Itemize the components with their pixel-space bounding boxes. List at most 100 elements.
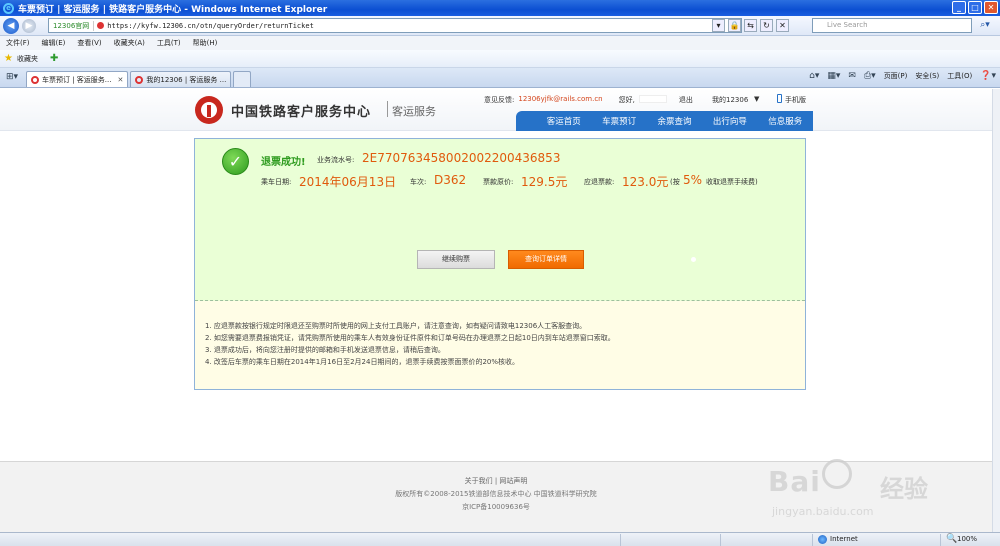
notes-list: 1. 应退票款按银行规定时限退还至购票时所使用的网上支付工具账户，请注意查询，如…: [205, 320, 615, 368]
mobile-version-link[interactable]: 手机版: [785, 95, 806, 105]
fee-percent: 5%: [683, 173, 703, 187]
mail-icon[interactable]: ✉: [848, 71, 856, 81]
url-text[interactable]: https://kyfw.12306.cn/otn/queryOrder/ret…: [107, 22, 314, 30]
search-input[interactable]: Live Search: [812, 18, 972, 33]
continue-booking-button[interactable]: 继续购票: [417, 250, 495, 269]
feedback-email-link[interactable]: 12306yjfk@rails.com.cn: [518, 95, 602, 105]
forward-button[interactable]: ▶: [22, 18, 36, 33]
maximize-button[interactable]: □: [968, 1, 982, 14]
nav-booking[interactable]: 车票预订: [602, 115, 636, 127]
watermark-text: Bai: [768, 465, 821, 498]
menu-view[interactable]: 查看(V): [77, 38, 101, 48]
tab-favicon-icon: [31, 75, 39, 84]
safety-menu[interactable]: 安全(S): [915, 71, 939, 81]
add-favorite-icon[interactable]: ✚: [50, 53, 58, 64]
tab-ticket-booking[interactable]: 车票预订 | 客运服务... ✕: [26, 71, 129, 87]
menu-edit[interactable]: 编辑(E): [42, 38, 66, 48]
back-button[interactable]: ◀: [3, 17, 19, 34]
baidu-paw-icon: [822, 459, 852, 489]
dropdown-icon[interactable]: ▾: [712, 19, 725, 32]
menu-favorites[interactable]: 收藏夹(A): [114, 38, 145, 48]
cursor-dot: [691, 257, 696, 262]
refund-success-title: 退票成功!: [261, 157, 306, 168]
railway-logo-icon[interactable]: [195, 96, 223, 124]
zoom-level[interactable]: 100%: [957, 535, 977, 543]
favorites-button[interactable]: 收藏夹: [17, 54, 38, 64]
help-icon[interactable]: ❓▾: [980, 71, 996, 81]
success-check-icon: ✓: [222, 148, 249, 175]
address-tools: ▾ 🔒 ⇆ ↻ ✕: [712, 19, 789, 32]
mobile-phone-icon[interactable]: [777, 94, 782, 103]
address-toolbar: ◀ ▶ 12306官网 https://kyfw.12306.cn/otn/qu…: [0, 16, 1000, 36]
window-title: 车票预订 | 客运服务 | 铁路客户服务中心 - Windows Interne…: [18, 4, 328, 15]
watermark-cn: 经验: [880, 475, 928, 503]
favorites-bar: ★ 收藏夹 ✚: [0, 50, 1000, 68]
site-subtitle: 客运服务: [392, 105, 436, 118]
refund-success-area: ✓ 退票成功! 业务流水号: 2E77076345800200220043685…: [195, 139, 805, 301]
tab-my12306[interactable]: 我的12306 | 客运服务 ...: [130, 71, 232, 87]
print-icon[interactable]: ⎙▾: [864, 71, 876, 81]
menu-tools[interactable]: 工具(T): [157, 38, 181, 48]
close-window-button[interactable]: ✕: [984, 1, 998, 14]
favorites-star-icon[interactable]: ★: [4, 53, 13, 64]
quick-tabs-icon[interactable]: ⊞▾: [4, 70, 20, 84]
refresh-icon[interactable]: ↻: [760, 19, 773, 32]
nav-remaining[interactable]: 余票查询: [657, 115, 691, 127]
note-item: 2. 如您需要退票费报销凭证，请凭购票所使用的乘车人有效身份证件原件和订单号码在…: [205, 334, 615, 342]
site-logo-text[interactable]: 中国铁路客户服务中心: [231, 101, 371, 120]
refund-result-panel: ✓ 退票成功! 业务流水号: 2E77076345800200220043685…: [194, 138, 806, 390]
logout-link[interactable]: 退出: [679, 95, 693, 105]
note-item: 3. 退票成功后，将向您注册时提供的邮箱和手机发送退票信息，请稍后查询。: [205, 346, 445, 354]
refund-amount: 123.0元: [622, 175, 669, 189]
status-divider: [812, 534, 813, 546]
stop-icon[interactable]: ✕: [776, 19, 789, 32]
feedback-label: 意见反馈:: [484, 96, 515, 104]
tools-menu[interactable]: 工具(O): [947, 71, 972, 81]
compat-icon[interactable]: ⇆: [744, 19, 757, 32]
rss-icon[interactable]: ▦▾: [827, 71, 840, 81]
page-menu[interactable]: 页面(P): [884, 71, 908, 81]
vertical-scrollbar[interactable]: [992, 89, 1000, 532]
refund-label: 应退票款:: [584, 178, 615, 186]
page-content: 中国铁路客户服务中心 客运服务 意见反馈: 12306yjfk@rails.co…: [0, 89, 992, 532]
tab-label: 我的12306 | 客运服务 ...: [146, 75, 227, 84]
command-bar: ⌂▾ ▦▾ ✉ ⎙▾ 页面(P) 安全(S) 工具(O) ❓▾: [809, 71, 996, 81]
menu-bar: 文件(F) 编辑(E) 查看(V) 收藏夹(A) 工具(T) 帮助(H): [0, 36, 1000, 50]
main-nav: 客运首页 车票预订 余票查询 出行向导 信息服务: [516, 111, 813, 131]
watermark-url: jingyan.baidu.com: [772, 505, 874, 518]
order-detail-button[interactable]: 查询订单详情: [508, 250, 584, 269]
travel-date: 2014年06月13日: [299, 175, 397, 189]
greeting-text: 您好,: [618, 96, 635, 104]
site-favicon-icon: [97, 22, 105, 29]
my12306-link[interactable]: 我的12306: [712, 95, 748, 105]
note-item: 4. 改签后车票的乘车日期在2014年1月16日至2月24日期间的，退票手续费按…: [205, 358, 519, 366]
nav-guide[interactable]: 出行向导: [713, 115, 747, 127]
note-item: 1. 应退票款按银行规定时限退还至购票时所使用的网上支付工具账户，请注意查询，如…: [205, 322, 587, 330]
menu-help[interactable]: 帮助(H): [193, 38, 218, 48]
zoom-icon[interactable]: 🔍: [946, 534, 957, 544]
train-number: D362: [434, 173, 467, 187]
address-bar[interactable]: 12306官网 https://kyfw.12306.cn/otn/queryO…: [48, 18, 742, 33]
status-divider: [940, 534, 941, 546]
home-icon[interactable]: ⌂▾: [809, 71, 819, 81]
refund-notes: 1. 应退票款按银行规定时限退还至购票时所使用的网上支付工具账户，请注意查询，如…: [195, 301, 805, 389]
logo-divider: [387, 101, 388, 117]
date-label: 乘车日期:: [261, 178, 292, 186]
status-divider: [720, 534, 721, 546]
search-icon[interactable]: ⌕▾: [974, 19, 996, 32]
top-user-info: 意见反馈: 12306yjfk@rails.com.cn 您好, 退出 我的12…: [484, 95, 759, 105]
chevron-down-icon[interactable]: ▼: [754, 95, 759, 103]
menu-file[interactable]: 文件(F): [6, 38, 30, 48]
internet-zone-icon: [818, 535, 827, 544]
close-tab-icon[interactable]: ✕: [117, 76, 123, 84]
ie-icon: e: [3, 2, 14, 14]
site-tag: 12306官网: [49, 20, 95, 31]
nav-home[interactable]: 客运首页: [547, 115, 581, 127]
site-header: 中国铁路客户服务中心 客运服务 意见反馈: 12306yjfk@rails.co…: [0, 89, 992, 131]
minimize-button[interactable]: _: [952, 1, 966, 14]
new-tab-button[interactable]: [233, 71, 252, 87]
nav-info[interactable]: 信息服务: [768, 115, 802, 127]
lock-icon[interactable]: 🔒: [728, 19, 741, 32]
fee-suffix: 收取退票手续费): [706, 178, 758, 186]
security-zone[interactable]: Internet: [830, 535, 858, 543]
